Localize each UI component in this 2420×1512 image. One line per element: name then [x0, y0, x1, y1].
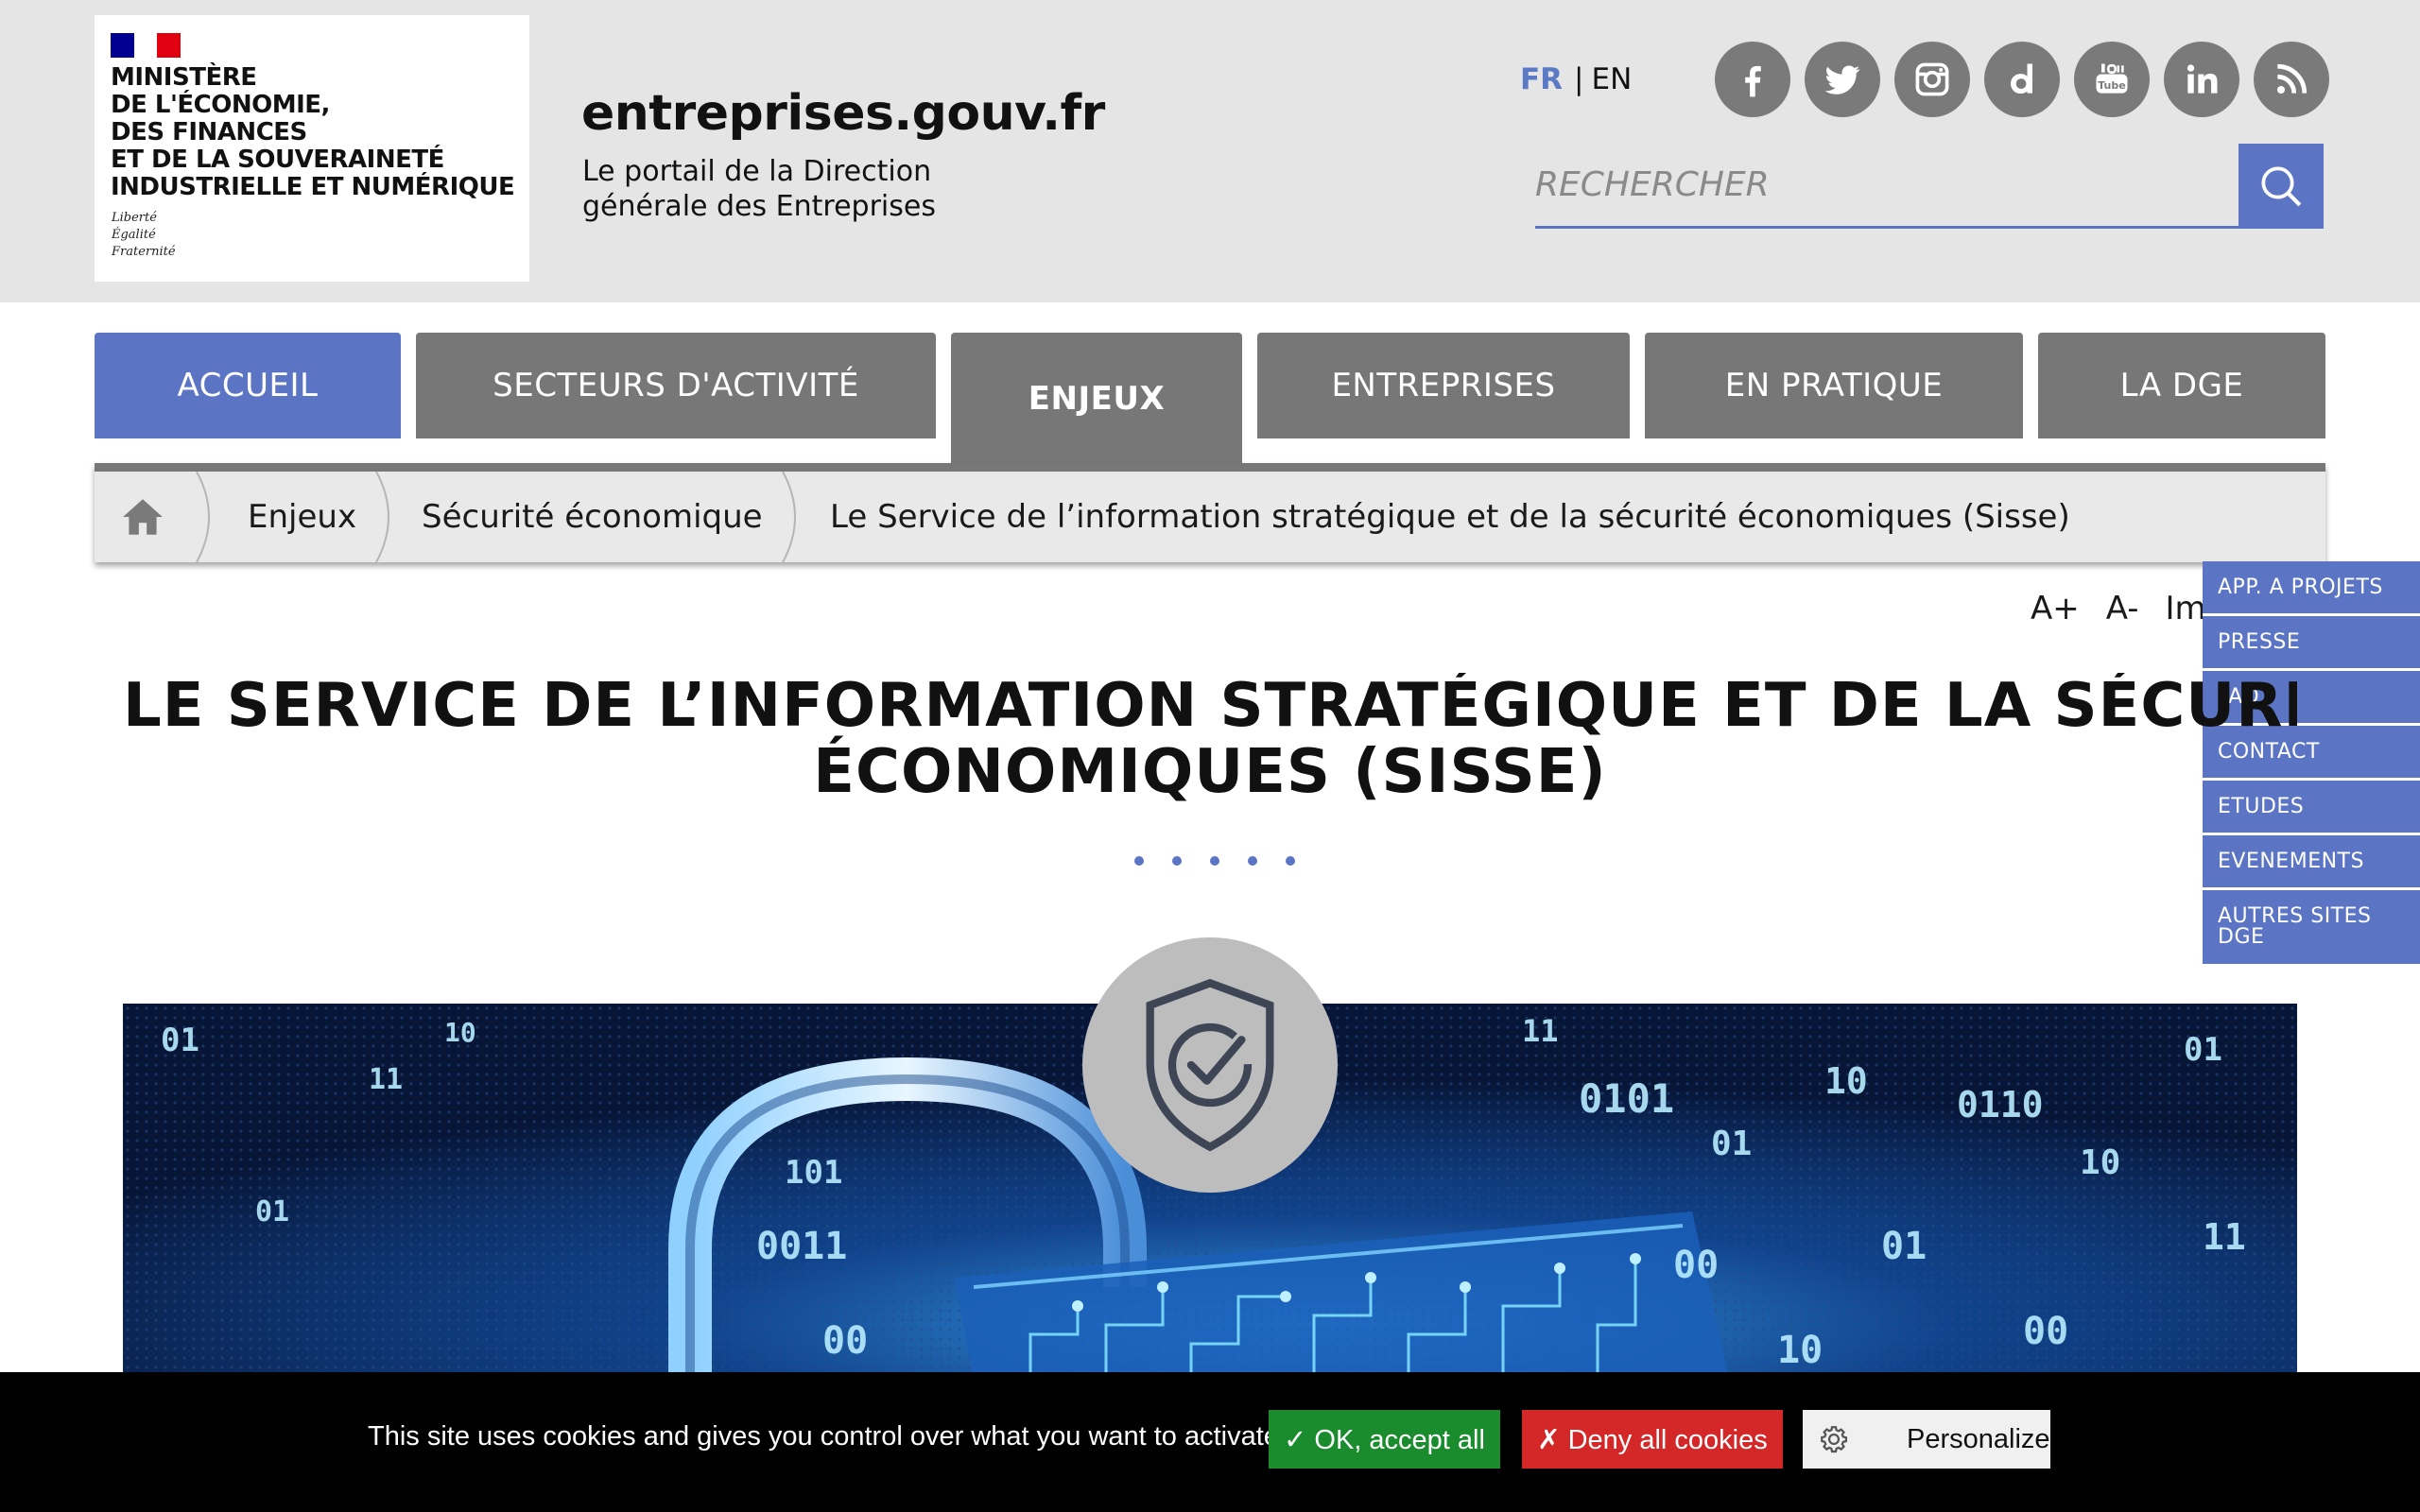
- hero-digit: 01: [161, 1022, 199, 1059]
- font-size-tools: A+ A- Imprimer: [2031, 590, 2203, 627]
- youtube-icon[interactable]: Tube: [2074, 42, 2150, 117]
- dailymotion-icon[interactable]: [1984, 42, 2060, 117]
- lang-en-link[interactable]: EN: [1592, 62, 1633, 96]
- page-title-line-1: LE SERVICE DE L’INFORMATION STRATÉGIQUE …: [123, 673, 2297, 741]
- print-button[interactable]: Imprimer: [2166, 590, 2203, 627]
- hero-digit: 11: [369, 1063, 403, 1096]
- breadcrumb-separator: [375, 472, 389, 562]
- site-subtitle: Le portail de la Direction générale des …: [582, 155, 936, 223]
- personalize-label: Personalize: [1907, 1423, 2050, 1454]
- hero-digit: 10: [1824, 1060, 1868, 1102]
- french-flag-icon: [111, 33, 182, 58]
- hero-digit: 11: [1522, 1013, 1559, 1049]
- hero-digit: 10: [444, 1017, 476, 1048]
- accept-cookies-button[interactable]: ✓ OK, accept all: [1269, 1410, 1500, 1469]
- nav-item-la-dge[interactable]: LA DGE: [2038, 333, 2325, 438]
- linkedin-icon[interactable]: [2164, 42, 2239, 117]
- svg-text:Tube: Tube: [2098, 79, 2125, 92]
- social-links: Tube: [1715, 42, 2329, 117]
- hero-digit: 0101: [1579, 1075, 1674, 1122]
- security-badge: [1082, 937, 1338, 1193]
- hero-digit: 101: [785, 1154, 842, 1192]
- breadcrumb-home[interactable]: [119, 472, 166, 562]
- instagram-icon[interactable]: [1894, 42, 1970, 117]
- font-decrease-button[interactable]: A-: [2106, 590, 2139, 627]
- nav-item-enjeux[interactable]: ENJEUX: [951, 333, 1242, 465]
- breadcrumb-item-securite[interactable]: Sécurité économique: [422, 472, 763, 562]
- republic-motto: Liberté Égalité Fraternité: [112, 211, 176, 259]
- hero-digit: 0110: [1957, 1084, 2044, 1125]
- search-input[interactable]: [1535, 144, 2238, 229]
- side-item-autres-sites[interactable]: AUTRES SITES DGE: [2203, 890, 2420, 964]
- deny-cookies-button[interactable]: ✗ Deny all cookies: [1522, 1410, 1783, 1469]
- page: Ministère de l'Économie, des Finances et…: [0, 0, 2420, 1512]
- nav-item-entreprises[interactable]: ENTREPRISES: [1257, 333, 1630, 438]
- search-icon: [2261, 166, 2302, 207]
- cookie-message: This site uses cookies and gives you con…: [368, 1421, 1279, 1452]
- side-item-evenements[interactable]: EVENEMENTS: [2203, 835, 2420, 887]
- search-form: [1535, 144, 2324, 229]
- site-header: Ministère de l'Économie, des Finances et…: [0, 0, 2420, 302]
- side-item-appels-projets[interactable]: APP. A PROJETS: [2203, 561, 2420, 613]
- shield-check-icon: [1146, 978, 1274, 1152]
- hero-digit: 01: [1881, 1225, 1927, 1268]
- lang-fr-link[interactable]: FR: [1520, 62, 1563, 96]
- ministry-name: Ministère de l'Économie, des Finances et…: [111, 63, 515, 201]
- site-title[interactable]: entreprises.gouv.fr: [581, 85, 1105, 142]
- page-title-line-2: ÉCONOMIQUES (SISSE): [813, 737, 1607, 807]
- nav-item-en-pratique[interactable]: EN PRATIQUE: [1645, 333, 2023, 438]
- home-icon: [123, 499, 163, 535]
- hero-digit: 00: [2023, 1310, 2068, 1353]
- hero-digit: 01: [1711, 1125, 1752, 1163]
- hero-digit: 11: [2203, 1216, 2246, 1258]
- font-increase-button[interactable]: A+: [2031, 590, 2080, 627]
- breadcrumb-item-current: Le Service de l’information stratégique …: [830, 498, 2070, 536]
- personalize-cookies-button[interactable]: Personalize: [1803, 1410, 2050, 1469]
- breadcrumb-separator: [196, 472, 210, 562]
- search-button[interactable]: [2238, 144, 2324, 229]
- ministry-logo[interactable]: Ministère de l'Économie, des Finances et…: [95, 15, 529, 282]
- page-title: LE SERVICE DE L’INFORMATION STRATÉGIQUE …: [123, 673, 2297, 815]
- rss-icon[interactable]: [2254, 42, 2329, 117]
- breadcrumb-item-enjeux[interactable]: Enjeux: [248, 472, 356, 562]
- hero-digit: 0011: [756, 1225, 847, 1268]
- hero-digit: 10: [2080, 1143, 2120, 1182]
- title-divider-dots: [1134, 856, 1295, 866]
- nav-item-secteurs[interactable]: SECTEURS D'ACTIVITÉ: [416, 333, 936, 438]
- hero-digit: 00: [1673, 1244, 1719, 1287]
- language-switcher: FR | EN: [1520, 62, 1632, 96]
- main-nav: ACCUEIL SECTEURS D'ACTIVITÉ ENJEUX ENTRE…: [95, 333, 2325, 465]
- side-item-presse[interactable]: PRESSE: [2203, 616, 2420, 668]
- breadcrumb-separator: [782, 472, 796, 562]
- gear-icon: [1821, 1426, 1848, 1453]
- twitter-icon[interactable]: [1805, 42, 1880, 117]
- hero-digit: 01: [2184, 1031, 2222, 1069]
- facebook-icon[interactable]: [1715, 42, 1790, 117]
- hero-digit: 00: [822, 1319, 868, 1363]
- hero-digit: 10: [1777, 1329, 1823, 1372]
- lang-separator: |: [1574, 62, 1584, 96]
- nav-item-accueil[interactable]: ACCUEIL: [95, 333, 401, 438]
- breadcrumb: Enjeux Sécurité économique Le Service de…: [95, 463, 2325, 562]
- hero-digit: 01: [255, 1195, 289, 1228]
